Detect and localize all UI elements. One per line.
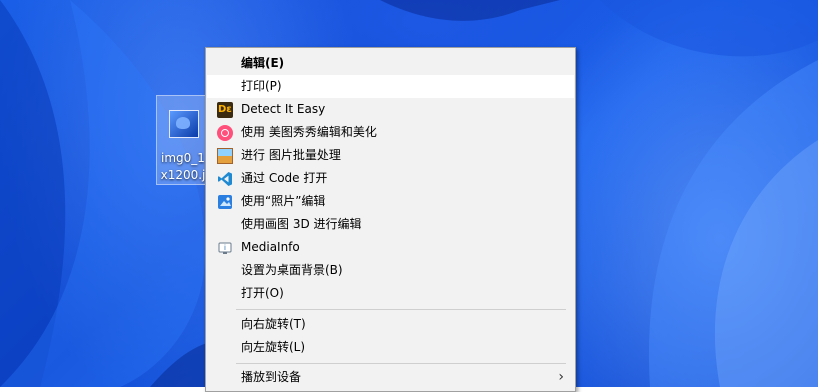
mediainfo-icon: i (217, 240, 233, 256)
menu-item-open[interactable]: 打开(O) (207, 282, 574, 305)
menu-item-open-with-code[interactable]: 通过 Code 打开 (207, 167, 574, 190)
meitu-icon (217, 125, 233, 141)
menu-item-edit-with-paint3d[interactable]: 使用画图 3D 进行编辑 (207, 213, 574, 236)
image-thumbnail-icon (169, 110, 199, 138)
menu-item-rotate-left[interactable]: 向左旋转(L) (207, 336, 574, 359)
desktop-file-name: img0_1 x1200.j (160, 151, 206, 182)
chevron-right-icon: › (558, 369, 564, 385)
batch-image-icon (217, 148, 233, 164)
menu-item-edit-with-photos[interactable]: 使用“照片”编辑 (207, 190, 574, 213)
menu-item-cast-to-device[interactable]: 播放到设备 › (207, 366, 574, 389)
desktop-file-icon[interactable]: img0_1 x1200.j (156, 95, 208, 185)
menu-item-batch-image[interactable]: 进行 图片批量处理 (207, 144, 574, 167)
menu-item-edit[interactable]: 编辑(E) (207, 52, 574, 75)
svg-text:i: i (224, 244, 226, 252)
menu-item-print[interactable]: 打印(P) (207, 75, 574, 98)
photos-icon (217, 194, 233, 210)
context-menu: 编辑(E) 打印(P) Dε Detect It Easy 使用 美图秀秀编辑和… (205, 47, 576, 392)
menu-item-meitu-edit[interactable]: 使用 美图秀秀编辑和美化 (207, 121, 574, 144)
menu-item-mediainfo[interactable]: i MediaInfo (207, 236, 574, 259)
menu-item-set-as-wallpaper[interactable]: 设置为桌面背景(B) (207, 259, 574, 282)
menu-item-rotate-right[interactable]: 向右旋转(T) (207, 313, 574, 336)
menu-item-detect-it-easy[interactable]: Dε Detect It Easy (207, 98, 574, 121)
menu-separator (236, 363, 566, 364)
vscode-icon (217, 171, 233, 187)
menu-separator (236, 309, 566, 310)
detect-it-easy-icon: Dε (217, 102, 233, 118)
